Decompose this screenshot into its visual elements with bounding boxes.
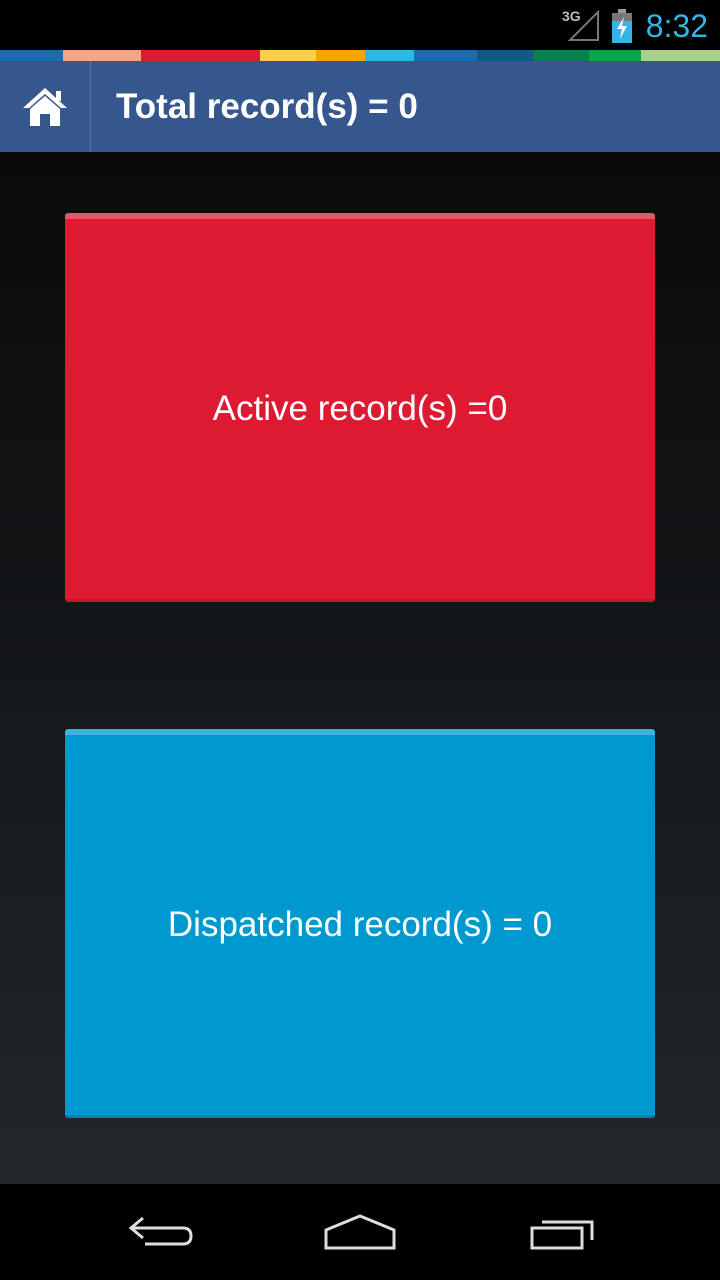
- strip-segment: [260, 50, 316, 61]
- page-title: Total record(s) = 0: [116, 87, 418, 126]
- brand-color-strip: [0, 50, 720, 61]
- strip-segment: [197, 50, 260, 61]
- dispatched-records-label: Dispatched record(s) = 0: [167, 905, 553, 944]
- home-icon: [23, 87, 67, 126]
- strip-segment: [141, 50, 197, 61]
- main-content: Active record(s) =0 Dispatched record(s)…: [0, 152, 720, 1184]
- strip-segment: [365, 50, 414, 61]
- status-bar: 3G 8:32: [0, 0, 720, 50]
- strip-segment: [533, 50, 589, 61]
- home-icon: [324, 1214, 396, 1250]
- strip-segment: [477, 50, 533, 61]
- strip-segment: [589, 50, 641, 61]
- strip-segment: [641, 50, 720, 61]
- home-button[interactable]: [0, 61, 91, 152]
- recent-apps-button[interactable]: [522, 1208, 602, 1256]
- strip-segment: [316, 50, 365, 61]
- back-button[interactable]: [120, 1208, 200, 1256]
- clock: 8:32: [645, 8, 708, 44]
- action-bar: Total record(s) = 0: [0, 61, 720, 152]
- active-records-button[interactable]: Active record(s) =0: [65, 213, 655, 602]
- navigation-bar: [0, 1184, 720, 1280]
- signal-icon: [568, 10, 599, 41]
- recent-apps-icon: [530, 1220, 594, 1250]
- dispatched-records-button[interactable]: Dispatched record(s) = 0: [65, 729, 655, 1118]
- strip-segment: [414, 50, 477, 61]
- active-records-label: Active record(s) =0: [212, 389, 508, 428]
- battery-charging-icon: [612, 9, 632, 43]
- nav-home-button[interactable]: [320, 1208, 400, 1256]
- strip-segment: [63, 50, 141, 61]
- back-icon: [128, 1216, 193, 1246]
- strip-segment: [0, 50, 63, 61]
